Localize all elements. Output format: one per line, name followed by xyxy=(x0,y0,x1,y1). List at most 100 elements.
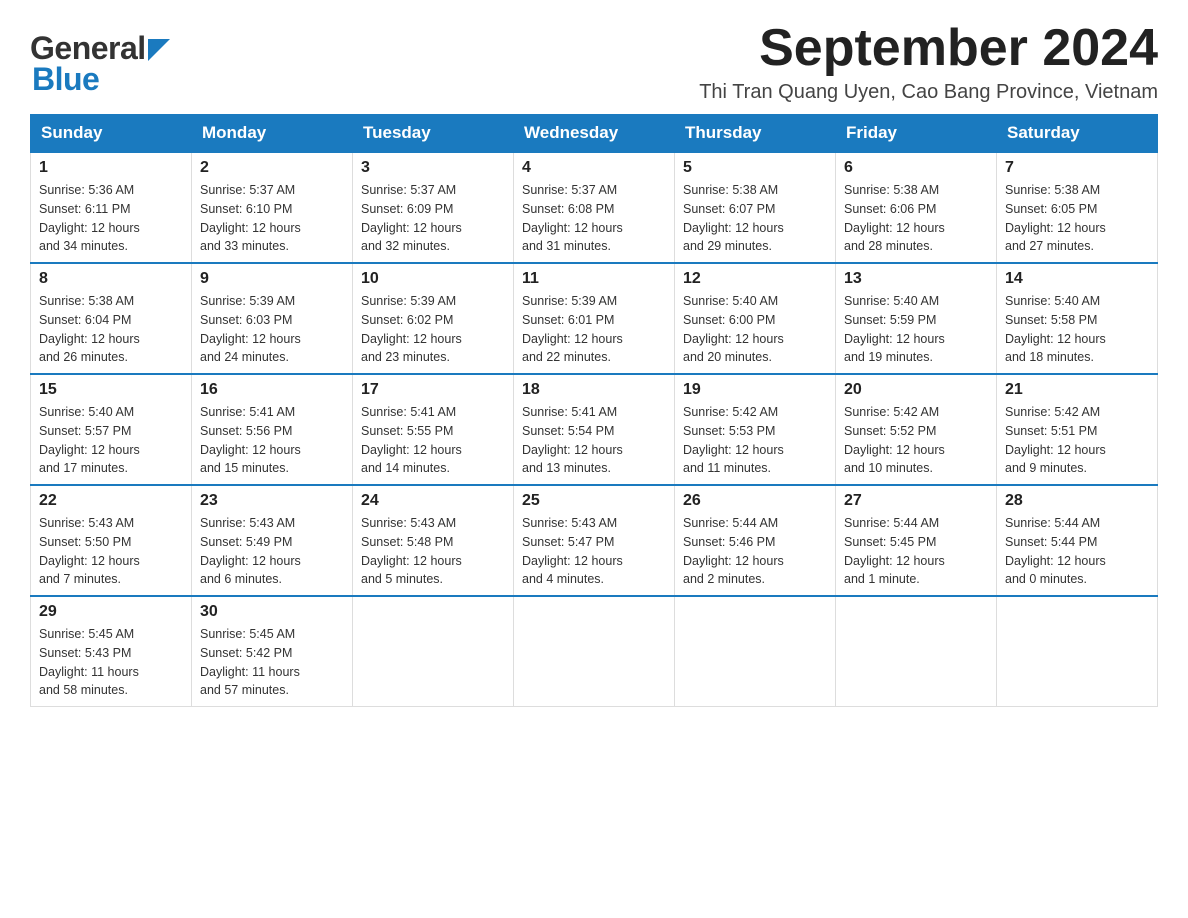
calendar-cell: 9 Sunrise: 5:39 AMSunset: 6:03 PMDayligh… xyxy=(192,263,353,374)
day-info: Sunrise: 5:44 AMSunset: 5:46 PMDaylight:… xyxy=(683,514,827,589)
day-info: Sunrise: 5:38 AMSunset: 6:04 PMDaylight:… xyxy=(39,292,183,367)
day-number: 23 xyxy=(200,492,344,510)
day-info: Sunrise: 5:40 AMSunset: 5:57 PMDaylight:… xyxy=(39,403,183,478)
calendar-cell: 11 Sunrise: 5:39 AMSunset: 6:01 PMDaylig… xyxy=(514,263,675,374)
day-info: Sunrise: 5:41 AMSunset: 5:56 PMDaylight:… xyxy=(200,403,344,478)
calendar-week-row-2: 8 Sunrise: 5:38 AMSunset: 6:04 PMDayligh… xyxy=(31,263,1158,374)
title-section: September 2024 Thi Tran Quang Uyen, Cao … xyxy=(699,20,1158,104)
calendar-cell: 3 Sunrise: 5:37 AMSunset: 6:09 PMDayligh… xyxy=(353,152,514,263)
calendar-week-row-5: 29 Sunrise: 5:45 AMSunset: 5:43 PMDaylig… xyxy=(31,596,1158,707)
calendar-cell: 7 Sunrise: 5:38 AMSunset: 6:05 PMDayligh… xyxy=(997,152,1158,263)
day-number: 3 xyxy=(361,159,505,177)
page-header: General Blue September 2024 Thi Tran Qua… xyxy=(30,20,1158,104)
day-number: 28 xyxy=(1005,492,1149,510)
day-number: 30 xyxy=(200,603,344,621)
day-number: 19 xyxy=(683,381,827,399)
day-number: 13 xyxy=(844,270,988,288)
day-number: 4 xyxy=(522,159,666,177)
day-number: 17 xyxy=(361,381,505,399)
day-info: Sunrise: 5:38 AMSunset: 6:05 PMDaylight:… xyxy=(1005,181,1149,256)
day-number: 9 xyxy=(200,270,344,288)
day-number: 6 xyxy=(844,159,988,177)
day-info: Sunrise: 5:45 AMSunset: 5:42 PMDaylight:… xyxy=(200,625,344,700)
logo: General Blue xyxy=(30,20,170,98)
day-info: Sunrise: 5:36 AMSunset: 6:11 PMDaylight:… xyxy=(39,181,183,256)
day-info: Sunrise: 5:42 AMSunset: 5:53 PMDaylight:… xyxy=(683,403,827,478)
calendar-cell: 17 Sunrise: 5:41 AMSunset: 5:55 PMDaylig… xyxy=(353,374,514,485)
calendar-cell: 22 Sunrise: 5:43 AMSunset: 5:50 PMDaylig… xyxy=(31,485,192,596)
calendar-week-row-1: 1 Sunrise: 5:36 AMSunset: 6:11 PMDayligh… xyxy=(31,152,1158,263)
calendar-cell: 12 Sunrise: 5:40 AMSunset: 6:00 PMDaylig… xyxy=(675,263,836,374)
calendar-cell: 2 Sunrise: 5:37 AMSunset: 6:10 PMDayligh… xyxy=(192,152,353,263)
day-number: 12 xyxy=(683,270,827,288)
col-friday: Friday xyxy=(836,115,997,153)
calendar-cell: 23 Sunrise: 5:43 AMSunset: 5:49 PMDaylig… xyxy=(192,485,353,596)
day-info: Sunrise: 5:43 AMSunset: 5:48 PMDaylight:… xyxy=(361,514,505,589)
day-info: Sunrise: 5:40 AMSunset: 5:59 PMDaylight:… xyxy=(844,292,988,367)
logo-arrow-icon xyxy=(148,39,170,61)
day-number: 26 xyxy=(683,492,827,510)
col-monday: Monday xyxy=(192,115,353,153)
day-number: 10 xyxy=(361,270,505,288)
day-info: Sunrise: 5:40 AMSunset: 6:00 PMDaylight:… xyxy=(683,292,827,367)
calendar-cell: 30 Sunrise: 5:45 AMSunset: 5:42 PMDaylig… xyxy=(192,596,353,707)
month-title: September 2024 xyxy=(699,20,1158,77)
location-title: Thi Tran Quang Uyen, Cao Bang Province, … xyxy=(699,81,1158,104)
day-number: 15 xyxy=(39,381,183,399)
day-number: 29 xyxy=(39,603,183,621)
calendar-cell: 15 Sunrise: 5:40 AMSunset: 5:57 PMDaylig… xyxy=(31,374,192,485)
col-saturday: Saturday xyxy=(997,115,1158,153)
day-info: Sunrise: 5:42 AMSunset: 5:51 PMDaylight:… xyxy=(1005,403,1149,478)
day-info: Sunrise: 5:37 AMSunset: 6:09 PMDaylight:… xyxy=(361,181,505,256)
calendar-cell: 24 Sunrise: 5:43 AMSunset: 5:48 PMDaylig… xyxy=(353,485,514,596)
day-info: Sunrise: 5:41 AMSunset: 5:54 PMDaylight:… xyxy=(522,403,666,478)
calendar-cell: 16 Sunrise: 5:41 AMSunset: 5:56 PMDaylig… xyxy=(192,374,353,485)
calendar-cell: 4 Sunrise: 5:37 AMSunset: 6:08 PMDayligh… xyxy=(514,152,675,263)
col-thursday: Thursday xyxy=(675,115,836,153)
col-tuesday: Tuesday xyxy=(353,115,514,153)
day-info: Sunrise: 5:38 AMSunset: 6:06 PMDaylight:… xyxy=(844,181,988,256)
day-number: 7 xyxy=(1005,159,1149,177)
day-number: 14 xyxy=(1005,270,1149,288)
calendar-cell: 13 Sunrise: 5:40 AMSunset: 5:59 PMDaylig… xyxy=(836,263,997,374)
calendar-cell: 29 Sunrise: 5:45 AMSunset: 5:43 PMDaylig… xyxy=(31,596,192,707)
day-info: Sunrise: 5:45 AMSunset: 5:43 PMDaylight:… xyxy=(39,625,183,700)
calendar-cell: 1 Sunrise: 5:36 AMSunset: 6:11 PMDayligh… xyxy=(31,152,192,263)
col-wednesday: Wednesday xyxy=(514,115,675,153)
day-number: 18 xyxy=(522,381,666,399)
day-info: Sunrise: 5:39 AMSunset: 6:03 PMDaylight:… xyxy=(200,292,344,367)
day-info: Sunrise: 5:41 AMSunset: 5:55 PMDaylight:… xyxy=(361,403,505,478)
calendar-cell: 10 Sunrise: 5:39 AMSunset: 6:02 PMDaylig… xyxy=(353,263,514,374)
day-info: Sunrise: 5:39 AMSunset: 6:02 PMDaylight:… xyxy=(361,292,505,367)
day-number: 22 xyxy=(39,492,183,510)
day-number: 8 xyxy=(39,270,183,288)
calendar-cell: 18 Sunrise: 5:41 AMSunset: 5:54 PMDaylig… xyxy=(514,374,675,485)
calendar-cell xyxy=(514,596,675,707)
day-info: Sunrise: 5:44 AMSunset: 5:44 PMDaylight:… xyxy=(1005,514,1149,589)
day-number: 16 xyxy=(200,381,344,399)
calendar-cell: 14 Sunrise: 5:40 AMSunset: 5:58 PMDaylig… xyxy=(997,263,1158,374)
calendar-cell: 6 Sunrise: 5:38 AMSunset: 6:06 PMDayligh… xyxy=(836,152,997,263)
day-number: 1 xyxy=(39,159,183,177)
day-info: Sunrise: 5:39 AMSunset: 6:01 PMDaylight:… xyxy=(522,292,666,367)
day-info: Sunrise: 5:38 AMSunset: 6:07 PMDaylight:… xyxy=(683,181,827,256)
calendar-week-row-4: 22 Sunrise: 5:43 AMSunset: 5:50 PMDaylig… xyxy=(31,485,1158,596)
calendar-cell: 20 Sunrise: 5:42 AMSunset: 5:52 PMDaylig… xyxy=(836,374,997,485)
day-info: Sunrise: 5:40 AMSunset: 5:58 PMDaylight:… xyxy=(1005,292,1149,367)
day-number: 11 xyxy=(522,270,666,288)
day-info: Sunrise: 5:43 AMSunset: 5:49 PMDaylight:… xyxy=(200,514,344,589)
calendar-cell xyxy=(997,596,1158,707)
calendar-cell xyxy=(675,596,836,707)
calendar-cell: 28 Sunrise: 5:44 AMSunset: 5:44 PMDaylig… xyxy=(997,485,1158,596)
day-number: 24 xyxy=(361,492,505,510)
calendar-cell: 19 Sunrise: 5:42 AMSunset: 5:53 PMDaylig… xyxy=(675,374,836,485)
calendar-cell: 26 Sunrise: 5:44 AMSunset: 5:46 PMDaylig… xyxy=(675,485,836,596)
calendar-cell: 8 Sunrise: 5:38 AMSunset: 6:04 PMDayligh… xyxy=(31,263,192,374)
calendar-table: Sunday Monday Tuesday Wednesday Thursday… xyxy=(30,114,1158,707)
day-number: 2 xyxy=(200,159,344,177)
calendar-header-row: Sunday Monday Tuesday Wednesday Thursday… xyxy=(31,115,1158,153)
calendar-cell: 27 Sunrise: 5:44 AMSunset: 5:45 PMDaylig… xyxy=(836,485,997,596)
day-info: Sunrise: 5:44 AMSunset: 5:45 PMDaylight:… xyxy=(844,514,988,589)
calendar-week-row-3: 15 Sunrise: 5:40 AMSunset: 5:57 PMDaylig… xyxy=(31,374,1158,485)
calendar-cell xyxy=(836,596,997,707)
